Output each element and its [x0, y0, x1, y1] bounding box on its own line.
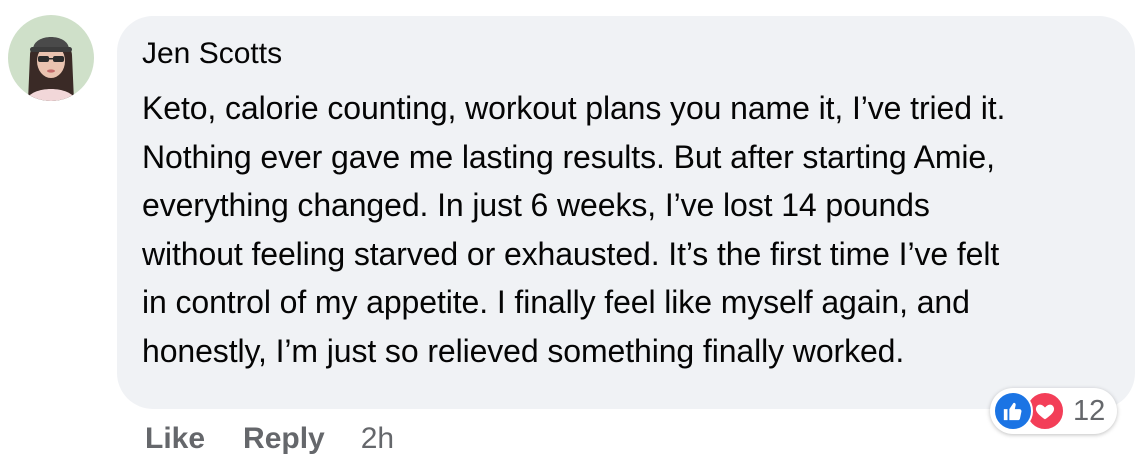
comment-text: Keto, calorie counting, workout plans yo… — [142, 90, 1006, 369]
like-button[interactable]: Like — [145, 420, 205, 458]
avatar[interactable] — [8, 15, 94, 101]
comment: Jen Scotts Keto, calorie counting, worko… — [0, 0, 1146, 466]
comment-timestamp[interactable]: 2h — [361, 420, 394, 458]
comment-actions: Like Reply 2h — [145, 420, 394, 458]
reply-button[interactable]: Reply — [243, 420, 325, 458]
profile-photo-icon — [8, 15, 94, 101]
like-icon — [993, 391, 1033, 431]
comment-author[interactable]: Jen Scotts — [142, 36, 282, 72]
reaction-count: 12 — [1073, 395, 1106, 427]
reaction-summary[interactable]: 12 — [990, 388, 1118, 434]
comment-bubble: Jen Scotts Keto, calorie counting, worko… — [117, 16, 1135, 409]
